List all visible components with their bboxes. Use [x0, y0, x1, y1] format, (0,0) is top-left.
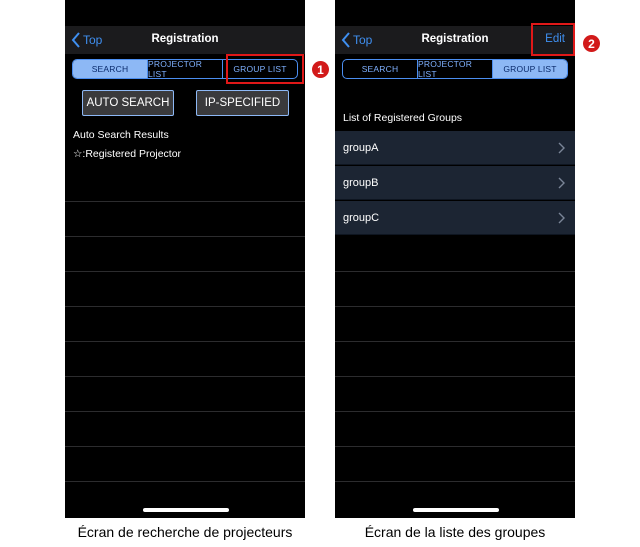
tab-projector-list[interactable]: PROJECTOR LIST: [418, 60, 493, 78]
group-name: groupA: [343, 142, 379, 154]
home-indicator[interactable]: [413, 508, 499, 512]
list-divider: [335, 341, 575, 342]
group-list-screen: Top Registration Edit SEARCH PROJECTOR L…: [335, 0, 575, 518]
group-row[interactable]: groupC: [335, 201, 575, 235]
group-name: groupB: [343, 177, 379, 189]
highlight-edit: [531, 23, 575, 56]
group-row[interactable]: groupB: [335, 166, 575, 200]
home-indicator[interactable]: [143, 508, 229, 512]
caption-groups: Écran de la liste des groupes: [364, 524, 546, 540]
list-divider: [335, 376, 575, 377]
registered-legend: ☆:Registered Projector: [73, 148, 182, 160]
list-divider: [335, 306, 575, 307]
highlight-group-list: [226, 54, 304, 84]
auto-search-button[interactable]: AUTO SEARCH: [82, 90, 174, 116]
list-divider: [65, 376, 305, 377]
section-header: List of Registered Groups: [343, 112, 463, 124]
caption-search: Écran de recherche de projecteurs: [77, 524, 293, 540]
marker-2: 2: [583, 35, 600, 52]
marker-1: 1: [312, 61, 329, 78]
group-name: groupC: [343, 212, 380, 224]
chevron-right-icon: [558, 212, 565, 224]
group-row[interactable]: groupA: [335, 131, 575, 165]
list-divider: [65, 271, 305, 272]
list-divider: [335, 446, 575, 447]
tab-search[interactable]: SEARCH: [73, 60, 148, 78]
list-divider: [335, 481, 575, 482]
list-divider: [335, 411, 575, 412]
nav-title: Registration: [151, 33, 219, 45]
list-divider: [65, 201, 305, 202]
chevron-right-icon: [558, 177, 565, 189]
list-divider: [65, 411, 305, 412]
tab-search[interactable]: SEARCH: [343, 60, 418, 78]
list-divider: [65, 236, 305, 237]
chevron-right-icon: [558, 142, 565, 154]
segmented-control: SEARCH PROJECTOR LIST GROUP LIST: [342, 59, 568, 79]
list-divider: [65, 446, 305, 447]
list-divider: [65, 306, 305, 307]
list-divider: [335, 271, 575, 272]
tab-group-list[interactable]: GROUP LIST: [493, 60, 567, 78]
ip-specified-button[interactable]: IP-SPECIFIED: [196, 90, 289, 116]
list-divider: [65, 341, 305, 342]
results-title: Auto Search Results: [73, 129, 169, 141]
list-divider: [65, 481, 305, 482]
status-bar: [65, 0, 305, 26]
nav-bar: Top Registration: [65, 26, 305, 54]
tab-projector-list[interactable]: PROJECTOR LIST: [148, 60, 223, 78]
